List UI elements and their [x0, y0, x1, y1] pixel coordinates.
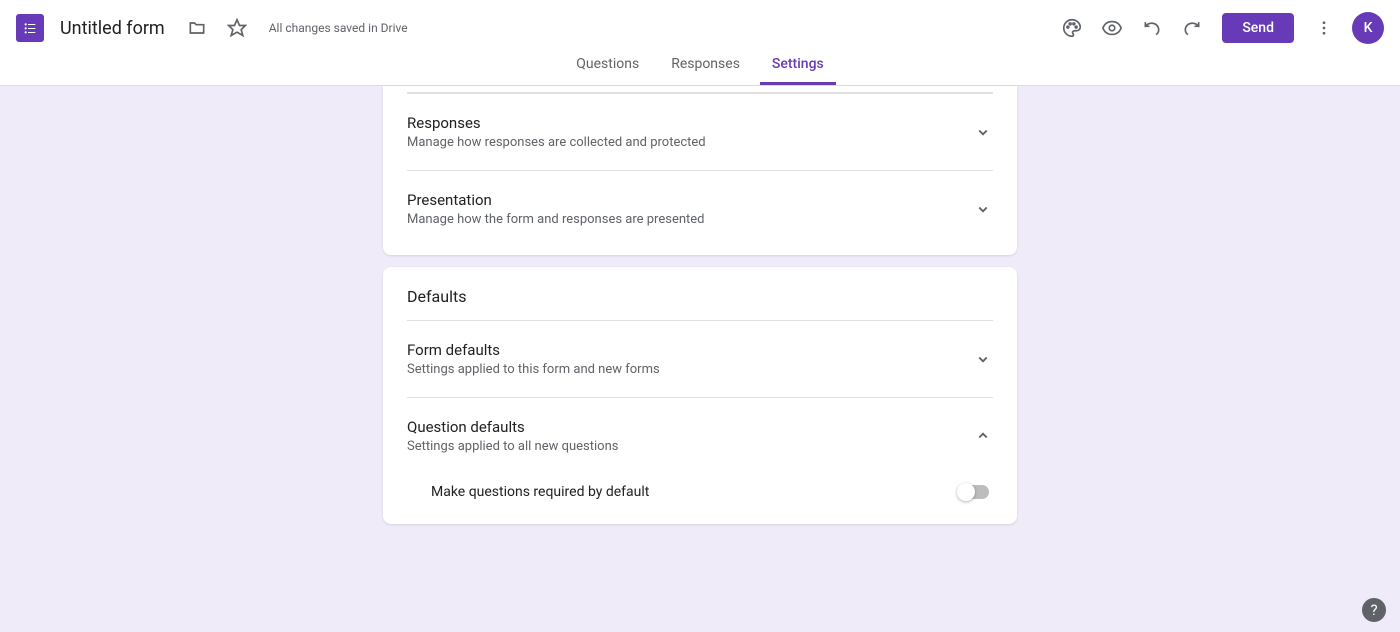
save-status: All changes saved in Drive	[269, 21, 408, 35]
more-options-button[interactable]	[1306, 10, 1342, 46]
question-defaults-desc: Settings applied to all new questions	[407, 439, 973, 454]
toggle-knob	[957, 483, 975, 501]
settings-content: Responses Manage how responses are colle…	[0, 86, 1400, 536]
responses-section-title: Responses	[407, 114, 973, 132]
eye-icon	[1101, 17, 1123, 39]
question-defaults-section[interactable]: Question defaults Settings applied to al…	[407, 397, 993, 468]
settings-card: Responses Manage how responses are colle…	[383, 86, 1017, 255]
tab-questions[interactable]: Questions	[564, 56, 651, 85]
app-header: Untitled form All changes saved in Drive…	[0, 0, 1400, 56]
question-defaults-title: Question defaults	[407, 418, 973, 436]
responses-section[interactable]: Responses Manage how responses are colle…	[407, 93, 993, 170]
forms-logo-icon	[22, 20, 38, 36]
presentation-section[interactable]: Presentation Manage how the form and res…	[407, 170, 993, 255]
form-title[interactable]: Untitled form	[60, 18, 165, 39]
defaults-card: Defaults Form defaults Settings applied …	[383, 267, 1017, 524]
presentation-section-desc: Manage how the form and responses are pr…	[407, 212, 973, 227]
defaults-header: Defaults	[407, 267, 993, 320]
presentation-section-title: Presentation	[407, 191, 973, 209]
undo-button[interactable]	[1134, 10, 1170, 46]
main-tabs: Questions Responses Settings	[0, 56, 1400, 86]
undo-icon	[1142, 18, 1162, 38]
palette-icon	[1061, 17, 1083, 39]
required-by-default-row: Make questions required by default	[407, 468, 993, 524]
chevron-up-icon	[973, 426, 993, 446]
more-vertical-icon	[1315, 19, 1333, 37]
customize-theme-button[interactable]	[1054, 10, 1090, 46]
forms-logo[interactable]	[16, 14, 44, 42]
chevron-down-icon	[973, 199, 993, 219]
tab-responses[interactable]: Responses	[659, 56, 752, 85]
redo-button[interactable]	[1174, 10, 1210, 46]
form-defaults-section[interactable]: Form defaults Settings applied to this f…	[407, 321, 993, 397]
responses-section-desc: Manage how responses are collected and p…	[407, 135, 973, 150]
tab-settings[interactable]: Settings	[760, 56, 836, 85]
preview-button[interactable]	[1094, 10, 1130, 46]
account-avatar[interactable]: K	[1352, 12, 1384, 44]
redo-icon	[1182, 18, 1202, 38]
required-by-default-toggle[interactable]	[959, 485, 989, 499]
help-button[interactable]: ?	[1362, 598, 1386, 622]
form-defaults-desc: Settings applied to this form and new fo…	[407, 362, 973, 377]
send-button[interactable]: Send	[1222, 13, 1294, 43]
folder-icon	[187, 18, 207, 38]
required-by-default-label: Make questions required by default	[431, 484, 959, 500]
move-to-folder-button[interactable]	[179, 10, 215, 46]
form-defaults-title: Form defaults	[407, 341, 973, 359]
chevron-down-icon	[973, 122, 993, 142]
star-icon	[227, 18, 247, 38]
chevron-down-icon	[973, 349, 993, 369]
star-button[interactable]	[219, 10, 255, 46]
